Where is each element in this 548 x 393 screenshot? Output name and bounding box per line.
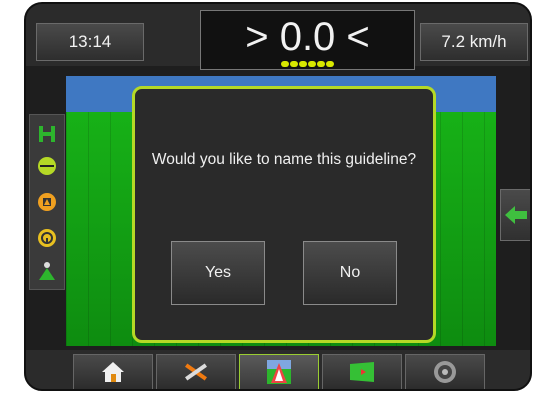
guidance-icon <box>267 360 291 384</box>
lightbar-led <box>308 61 316 67</box>
home-icon <box>102 362 124 382</box>
tab-map[interactable] <box>322 354 402 389</box>
tab-guidance[interactable] <box>239 354 319 389</box>
device-screen: 13:14 > 0.0 < 7.2 km/h Would you like to… <box>24 2 532 391</box>
speed-display: 7.2 km/h <box>420 23 528 61</box>
yes-button[interactable]: Yes <box>171 241 265 305</box>
map-icon <box>350 362 374 382</box>
guidance-sidebar <box>29 114 65 290</box>
tab-home[interactable] <box>73 354 153 389</box>
lightbar-led <box>317 61 325 67</box>
lightbar-led <box>281 61 289 67</box>
arrow-left-icon <box>505 206 527 224</box>
lightbar-led <box>299 61 307 67</box>
status-bar: 13:14 > 0.0 < 7.2 km/h <box>26 4 530 70</box>
lightbar-led <box>326 61 334 67</box>
cross-track-display: > 0.0 < <box>200 10 415 70</box>
dialog-message: Would you like to name this guideline? <box>151 151 417 168</box>
boundary-icon[interactable] <box>36 155 58 177</box>
vehicle-view-icon[interactable] <box>36 260 58 282</box>
guidance-mode-icon[interactable] <box>36 123 58 145</box>
tab-camera[interactable] <box>405 354 485 389</box>
time-display: 13:14 <box>36 23 144 61</box>
lightbar-leds <box>281 61 334 67</box>
steering-icon[interactable] <box>36 227 58 249</box>
cross-track-value: > 0.0 < <box>245 15 370 59</box>
field-marker-icon[interactable] <box>36 191 58 213</box>
no-button[interactable]: No <box>303 241 397 305</box>
camera-icon <box>434 361 456 383</box>
tab-tools[interactable] <box>156 354 236 389</box>
next-screen-button[interactable] <box>500 189 530 241</box>
tools-icon <box>185 363 207 381</box>
lightbar-led <box>290 61 298 67</box>
name-guideline-dialog: Would you like to name this guideline? Y… <box>132 86 436 343</box>
